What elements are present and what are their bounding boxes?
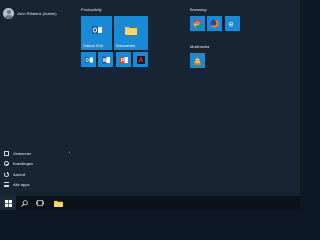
chrome-icon: [193, 19, 202, 28]
folder-icon: [125, 27, 137, 35]
tile-acrobat[interactable]: [133, 52, 148, 67]
nav-item-alle-apps[interactable]: Alle apps: [0, 180, 76, 191]
tile-label: Outlook 2016: [83, 44, 104, 48]
powerpoint-icon: P: [119, 56, 128, 64]
task-view-icon: [36, 200, 44, 206]
tile-firefox[interactable]: [207, 16, 222, 31]
taskbar: [0, 196, 300, 210]
edge-icon: e: [229, 19, 234, 28]
windows-start-icon: [4, 199, 12, 207]
tile-chrome[interactable]: [190, 16, 205, 31]
tile-powerpoint[interactable]: P: [116, 52, 131, 67]
file-explorer-icon: [53, 200, 63, 207]
tile-outlook-small[interactable]: [81, 52, 96, 67]
start-button[interactable]: [0, 196, 16, 210]
power-icon: [4, 171, 9, 177]
user-avatar-icon: [3, 7, 14, 19]
user-account-button[interactable]: John Ribbens (Admin): [3, 6, 76, 20]
acrobat-icon: [136, 55, 145, 64]
tile-edge[interactable]: e: [225, 16, 240, 31]
tile-label: Documenten: [116, 44, 136, 48]
firefox-icon: [210, 19, 219, 28]
group-title-multimedia: Multimedia: [190, 44, 210, 49]
tile-word[interactable]: W: [98, 52, 113, 67]
tile-outlook-2016[interactable]: Outlook 2016: [81, 16, 112, 50]
chevron-right-icon[interactable]: ›: [68, 150, 70, 156]
tile-vlc[interactable]: [190, 53, 205, 68]
nav-label: Aan/uit: [13, 171, 26, 177]
nav-label: Alle apps: [13, 182, 30, 188]
tile-documenten[interactable]: Documenten: [114, 16, 148, 50]
start-menu: John Ribbens (Admin) Verkenner › Instell…: [0, 0, 300, 196]
all-apps-icon: [4, 182, 9, 188]
search-icon: [20, 199, 28, 207]
outlook-icon: [92, 26, 102, 34]
group-title-productivity: Productivity: [81, 7, 102, 12]
file-explorer-icon: [4, 150, 9, 156]
outlook-small-icon: [84, 56, 93, 63]
vlc-icon: [193, 56, 202, 65]
start-left-pane: John Ribbens (Admin) Verkenner › Instell…: [0, 0, 76, 196]
taskbar-file-explorer[interactable]: [51, 196, 65, 210]
user-name: John Ribbens (Admin): [17, 10, 57, 16]
nav-item-instellingen[interactable]: Instellingen: [0, 159, 76, 170]
svg-text:e: e: [229, 19, 234, 28]
settings-gear-icon: [4, 161, 9, 167]
group-title-browsing: Browsing: [190, 7, 207, 12]
nav-label: Instellingen: [13, 161, 34, 167]
start-nav-list: Verkenner › Instellingen Aan/uit Alle ap…: [0, 148, 76, 190]
word-icon: W: [101, 56, 110, 64]
nav-label: Verkenner: [13, 150, 32, 156]
nav-item-verkenner[interactable]: Verkenner ›: [0, 148, 76, 159]
svg-text:W: W: [102, 58, 107, 64]
nav-item-aan-uit[interactable]: Aan/uit: [0, 169, 76, 180]
search-button[interactable]: [17, 196, 31, 210]
task-view-button[interactable]: [33, 196, 47, 210]
